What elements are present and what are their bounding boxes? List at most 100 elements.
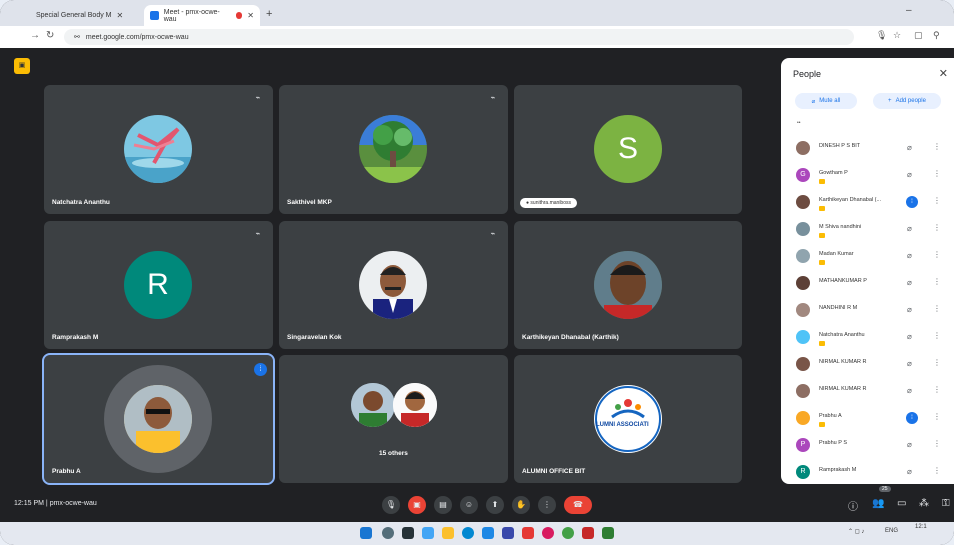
- tray-time[interactable]: 12:1: [915, 524, 927, 530]
- others-tile[interactable]: 15 others: [279, 355, 508, 483]
- companion-logo-icon[interactable]: ▣: [14, 58, 30, 74]
- more-options-icon[interactable]: ⋮: [933, 250, 941, 259]
- muted-mic-icon[interactable]: ⌀: [907, 305, 912, 314]
- more-options-icon[interactable]: ⋮: [933, 358, 941, 367]
- participant-row[interactable]: NANDHINI R M ⌀ ⋮: [781, 297, 954, 324]
- more-options-icon[interactable]: ⋮: [933, 385, 941, 394]
- store-icon[interactable]: [482, 527, 494, 539]
- widgets-icon[interactable]: [422, 527, 434, 539]
- close-panel-icon[interactable]: ✕: [939, 67, 948, 80]
- add-person-icon: +: [888, 98, 892, 104]
- chat-icon[interactable]: ▭: [897, 498, 906, 509]
- participant-row[interactable]: MATHANKUMAR P ⌀ ⋮: [781, 270, 954, 297]
- chrome-profile-icon[interactable]: [562, 527, 574, 539]
- participant-row[interactable]: NIRMAL KUMAR R ⌀ ⋮: [781, 351, 954, 378]
- participant-row[interactable]: Karthikeyan Dhanabal (... ⁞ ⋮: [781, 189, 954, 216]
- activities-icon[interactable]: ⁂: [919, 498, 929, 509]
- file-explorer-icon[interactable]: [442, 527, 454, 539]
- more-options-icon[interactable]: ⋮: [933, 142, 941, 151]
- participant-tile[interactable]: R ⌁ Ramprakash M: [44, 221, 273, 349]
- pdf-icon[interactable]: [582, 527, 594, 539]
- participant-row[interactable]: DINESH P S BIT ⌀ ⋮: [781, 135, 954, 162]
- mic-toggle-button[interactable]: 🎙: [382, 496, 400, 514]
- participant-row[interactable]: NIRMAL KUMAR R ⌀ ⋮: [781, 378, 954, 405]
- participant-row[interactable]: M Shiva nandhini ⌀ ⋮: [781, 216, 954, 243]
- meeting-controls: 12:15 PM | pmx-ocwe-wau 🎙 ▣ ▤ ☺ ⬆ ✋ ⋮ ☎ …: [0, 490, 954, 520]
- participant-tile-speaking[interactable]: ⁞ Prabhu A: [42, 353, 275, 485]
- present-screen-button[interactable]: ⬆: [486, 496, 504, 514]
- more-options-icon[interactable]: ⋮: [933, 223, 941, 232]
- participant-avatar: [796, 276, 810, 290]
- more-options-icon[interactable]: ⋮: [933, 196, 941, 205]
- mic-permission-icon[interactable]: 🎙: [876, 30, 887, 41]
- bookmark-star-icon[interactable]: ☆: [893, 30, 901, 41]
- new-tab-icon[interactable]: +: [266, 8, 272, 20]
- chrome-icon[interactable]: [542, 527, 554, 539]
- more-options-icon[interactable]: ⋮: [933, 304, 941, 313]
- teams-icon[interactable]: [502, 527, 514, 539]
- sidepanel-icon[interactable]: ▢: [914, 30, 923, 41]
- participant-row[interactable]: Natchatra Ananthu ⌀ ⋮: [781, 324, 954, 351]
- muted-mic-icon[interactable]: ⌀: [907, 224, 912, 233]
- more-options-icon[interactable]: ⋮: [933, 466, 941, 475]
- tray-icons[interactable]: ⌃ ◻ ♪: [848, 528, 864, 535]
- add-people-button[interactable]: + Add people: [873, 93, 941, 109]
- site-info-icon[interactable]: ⚯: [74, 33, 80, 41]
- person-photo-icon: [351, 383, 395, 427]
- tray-lang[interactable]: ENG: [885, 528, 898, 534]
- participant-avatar: [796, 357, 810, 371]
- participant-tile[interactable]: ⌁ Singaravelan Kok: [279, 221, 508, 349]
- close-tab-icon[interactable]: ✕: [247, 11, 254, 20]
- forward-icon[interactable]: →: [30, 30, 40, 41]
- captions-button[interactable]: ▤: [434, 496, 452, 514]
- participant-tile[interactable]: Karthikeyan Dhanabal (Karthik): [514, 221, 742, 349]
- emoji-reaction-button[interactable]: ☺: [460, 496, 478, 514]
- extensions-icon[interactable]: ⚲: [933, 30, 940, 41]
- muted-mic-icon[interactable]: ⌀: [907, 386, 912, 395]
- app-icon[interactable]: [522, 527, 534, 539]
- participant-tile[interactable]: S ● sunithra.maniboss: [514, 85, 742, 214]
- participant-tile[interactable]: ⌁ Sakthivel MKP: [279, 85, 508, 214]
- browser-tab-active[interactable]: Meet - pmx-ocwe-wau ✕: [144, 5, 260, 26]
- participant-tile[interactable]: ⌁ Natchatra Ananthu: [44, 85, 273, 214]
- participant-row[interactable]: Madan Kumar ⌀ ⋮: [781, 243, 954, 270]
- participant-row[interactable]: R Ramprakash M ⌀ ⋮: [781, 459, 954, 484]
- more-options-icon[interactable]: ⋮: [933, 169, 941, 178]
- muted-mic-icon[interactable]: ⌀: [907, 170, 912, 179]
- url-bar[interactable]: ⚯ meet.google.com/pmx-ocwe-wau: [64, 29, 854, 45]
- participant-row[interactable]: Prabhu A ⁞ ⋮: [781, 405, 954, 432]
- participant-row[interactable]: P Prabhu P S ⌀ ⋮: [781, 432, 954, 459]
- more-options-button[interactable]: ⋮: [538, 496, 556, 514]
- more-options-icon[interactable]: ⋮: [933, 412, 941, 421]
- muted-mic-icon[interactable]: ⌀: [907, 332, 912, 341]
- task-view-icon[interactable]: [402, 527, 414, 539]
- start-icon[interactable]: [360, 527, 372, 539]
- muted-mic-icon[interactable]: ⌀: [907, 467, 912, 476]
- browser-tab-inactive[interactable]: Special General Body M ✕: [30, 5, 142, 26]
- people-icon[interactable]: 👥: [872, 498, 884, 509]
- muted-mic-icon[interactable]: ⌀: [907, 278, 912, 287]
- search-icon[interactable]: [382, 527, 394, 539]
- camera-off-button[interactable]: ▣: [408, 496, 426, 514]
- participant-row[interactable]: G Gowtham P ⌀ ⋮: [781, 162, 954, 189]
- host-controls-icon[interactable]: ⚿: [942, 498, 950, 509]
- speaking-icon[interactable]: ⁞: [906, 412, 918, 424]
- reload-icon[interactable]: ↻: [46, 30, 54, 41]
- close-tab-icon[interactable]: ✕: [116, 11, 123, 20]
- speaking-icon[interactable]: ⁞: [906, 196, 918, 208]
- excel-icon[interactable]: [602, 527, 614, 539]
- raise-hand-button[interactable]: ✋: [512, 496, 530, 514]
- mute-all-button[interactable]: ⌀ Mute all: [795, 93, 857, 109]
- more-options-icon[interactable]: ⋮: [933, 331, 941, 340]
- leave-call-button[interactable]: ☎: [564, 496, 592, 514]
- more-options-icon[interactable]: ⋮: [933, 277, 941, 286]
- muted-mic-icon[interactable]: ⌀: [907, 440, 912, 449]
- more-options-icon[interactable]: ⋮: [933, 439, 941, 448]
- meeting-details-icon[interactable]: ⓘ: [848, 498, 858, 513]
- muted-mic-icon[interactable]: ⌀: [907, 251, 912, 260]
- minimize-window-icon[interactable]: –: [906, 5, 912, 16]
- muted-mic-icon[interactable]: ⌀: [907, 143, 912, 152]
- participant-tile[interactable]: LUMNI ASSOCIATI ALUMNI OFFICE BIT: [514, 355, 742, 483]
- edge-icon[interactable]: [462, 527, 474, 539]
- muted-mic-icon[interactable]: ⌀: [907, 359, 912, 368]
